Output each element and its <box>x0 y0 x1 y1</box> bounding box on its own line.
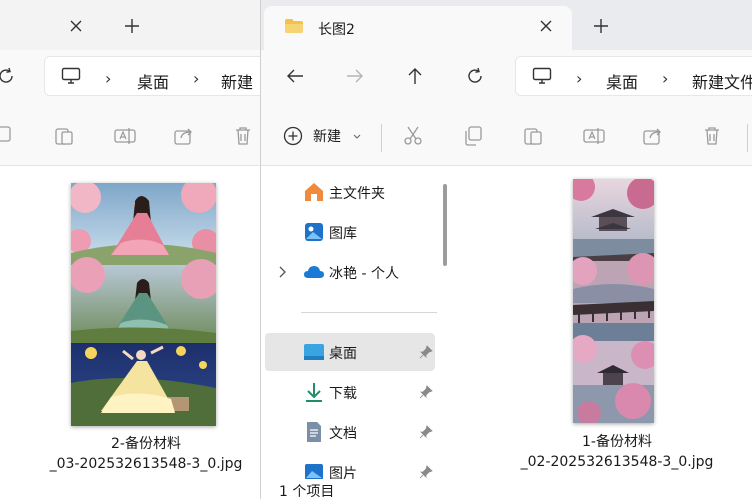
share-icon[interactable] <box>174 126 194 146</box>
chevron-down-icon <box>353 134 361 139</box>
rename-icon[interactable] <box>114 126 136 146</box>
sidebar-item-gallery[interactable]: 图库 <box>265 213 435 251</box>
arrow-right-icon <box>347 69 363 83</box>
sidebar-item-label: 冰艳 - 个人 <box>329 266 399 282</box>
file-name-line2: _03-202532613548-3_0.jpg <box>49 456 243 472</box>
chevron-right-icon[interactable] <box>279 266 287 278</box>
computer-icon <box>61 67 81 84</box>
computer-icon <box>532 67 552 84</box>
back-command-bar <box>0 106 262 166</box>
sidebar-divider <box>301 312 437 313</box>
toolbar-divider <box>747 124 748 152</box>
back-tab-close-button[interactable] <box>64 14 88 38</box>
document-icon <box>307 422 321 442</box>
chevron-right-icon: › <box>105 69 112 88</box>
delete-icon[interactable] <box>234 126 252 146</box>
folder-icon <box>285 19 303 33</box>
file-name-line2: _02-202532613548-3_0.jpg <box>520 454 714 470</box>
back-crumb-folder[interactable]: 新建 <box>221 69 253 93</box>
share-icon[interactable] <box>643 126 663 146</box>
cloud-icon <box>304 266 324 278</box>
sidebar-item-onedrive[interactable]: 冰艳 - 个人 <box>265 253 435 291</box>
tab-title: 长图2 <box>318 22 355 38</box>
dancer-image <box>71 183 216 426</box>
close-icon <box>70 20 82 32</box>
refresh-icon <box>468 67 482 83</box>
close-icon <box>540 20 552 32</box>
back-button[interactable] <box>283 64 307 88</box>
front-file-name[interactable]: 1-备份材料 _02-202532613548-3_0.jpg <box>489 432 745 472</box>
address-bar[interactable]: › 桌面 › 新建文件 <box>515 56 752 96</box>
pin-icon[interactable] <box>419 425 433 439</box>
navigation-pane: 主文件夹 图库 冰艳 - 个人 桌面 下载 文档 图片 <box>261 166 447 482</box>
pin-icon[interactable] <box>419 345 433 359</box>
refresh-button[interactable] <box>463 64 487 88</box>
pin-icon[interactable] <box>419 465 433 479</box>
toolbar-divider <box>381 124 382 152</box>
sidebar-item-label: 下载 <box>329 386 357 402</box>
chevron-right-icon: › <box>576 69 583 88</box>
front-nav-bar: › 桌面 › 新建文件 <box>261 50 752 106</box>
refresh-icon <box>0 67 13 83</box>
sidebar-item-label: 图库 <box>329 226 357 242</box>
file-thumbnail[interactable] <box>71 183 216 426</box>
up-button[interactable] <box>403 64 427 88</box>
download-icon <box>306 383 322 402</box>
sidebar-item-downloads[interactable]: 下载 <box>265 373 435 411</box>
back-new-tab-button[interactable] <box>120 14 144 38</box>
gallery-icon <box>305 223 323 241</box>
file-name-line1: 2-备份材料 <box>111 436 181 452</box>
sidebar-item-desktop[interactable]: 桌面 <box>265 333 435 371</box>
sidebar-item-home[interactable]: 主文件夹 <box>265 173 435 211</box>
item-count: 1 个项目 <box>279 484 335 499</box>
blossom-scenery-image <box>573 179 654 423</box>
crumb-folder[interactable]: 新建文件 <box>692 69 752 93</box>
crumb-desktop[interactable]: 桌面 <box>606 69 638 93</box>
plus-icon <box>594 19 608 33</box>
back-explorer-window: › 桌面 › 新建 2-备份材料 _03-202532613548-3_0.jp… <box>0 0 262 499</box>
plus-icon <box>125 19 139 33</box>
arrow-left-icon <box>287 69 303 83</box>
copy-icon[interactable] <box>0 126 12 146</box>
back-crumb-desktop[interactable]: 桌面 <box>137 69 169 93</box>
delete-icon[interactable] <box>703 126 721 146</box>
front-command-bar: 新建 <box>261 106 752 166</box>
tab-active[interactable]: 长图2 <box>264 6 572 50</box>
new-button-label: 新建 <box>313 129 341 145</box>
back-tab-bar <box>0 0 262 50</box>
rename-icon[interactable] <box>583 126 605 146</box>
home-icon <box>305 183 323 201</box>
back-nav-bar: › 桌面 › 新建 <box>0 50 262 106</box>
paste-icon[interactable] <box>523 126 543 146</box>
sidebar-item-label: 主文件夹 <box>329 186 385 202</box>
back-file-area: 2-备份材料 _03-202532613548-3_0.jpg <box>0 166 262 499</box>
copy-icon[interactable] <box>463 126 483 146</box>
back-address-bar[interactable]: › 桌面 › 新建 <box>44 56 262 96</box>
chevron-right-icon: › <box>662 69 669 88</box>
cut-icon[interactable] <box>403 126 423 146</box>
tab-close-button[interactable] <box>534 14 558 38</box>
sidebar-item-label: 文档 <box>329 426 357 442</box>
pin-icon[interactable] <box>419 385 433 399</box>
back-refresh-button[interactable] <box>0 64 18 88</box>
front-explorer-window: 长图2 › 桌面 › 新建文件 新建 主文件夹 图库 冰艳 - 个人 桌面 下载… <box>260 0 752 499</box>
arrow-up-icon <box>408 68 422 84</box>
front-file-area: 1-备份材料 _02-202532613548-3_0.jpg <box>449 166 752 479</box>
plus-circle-icon <box>283 126 303 146</box>
new-tab-button[interactable] <box>589 14 613 38</box>
desktop-icon <box>304 344 324 360</box>
paste-icon[interactable] <box>54 126 74 146</box>
sidebar-item-documents[interactable]: 文档 <box>265 413 435 451</box>
file-thumbnail[interactable] <box>573 179 654 423</box>
file-name-line1: 1-备份材料 <box>582 434 652 450</box>
front-tab-bar: 长图2 <box>261 0 752 50</box>
chevron-right-icon: › <box>193 69 200 88</box>
forward-button[interactable] <box>343 64 367 88</box>
sidebar-item-label: 桌面 <box>329 346 357 362</box>
sidebar-scrollbar[interactable] <box>443 184 447 266</box>
status-bar: 1 个项目 <box>261 479 752 499</box>
new-button[interactable]: 新建 <box>279 122 365 150</box>
back-file-name[interactable]: 2-备份材料 _03-202532613548-3_0.jpg <box>30 434 262 474</box>
